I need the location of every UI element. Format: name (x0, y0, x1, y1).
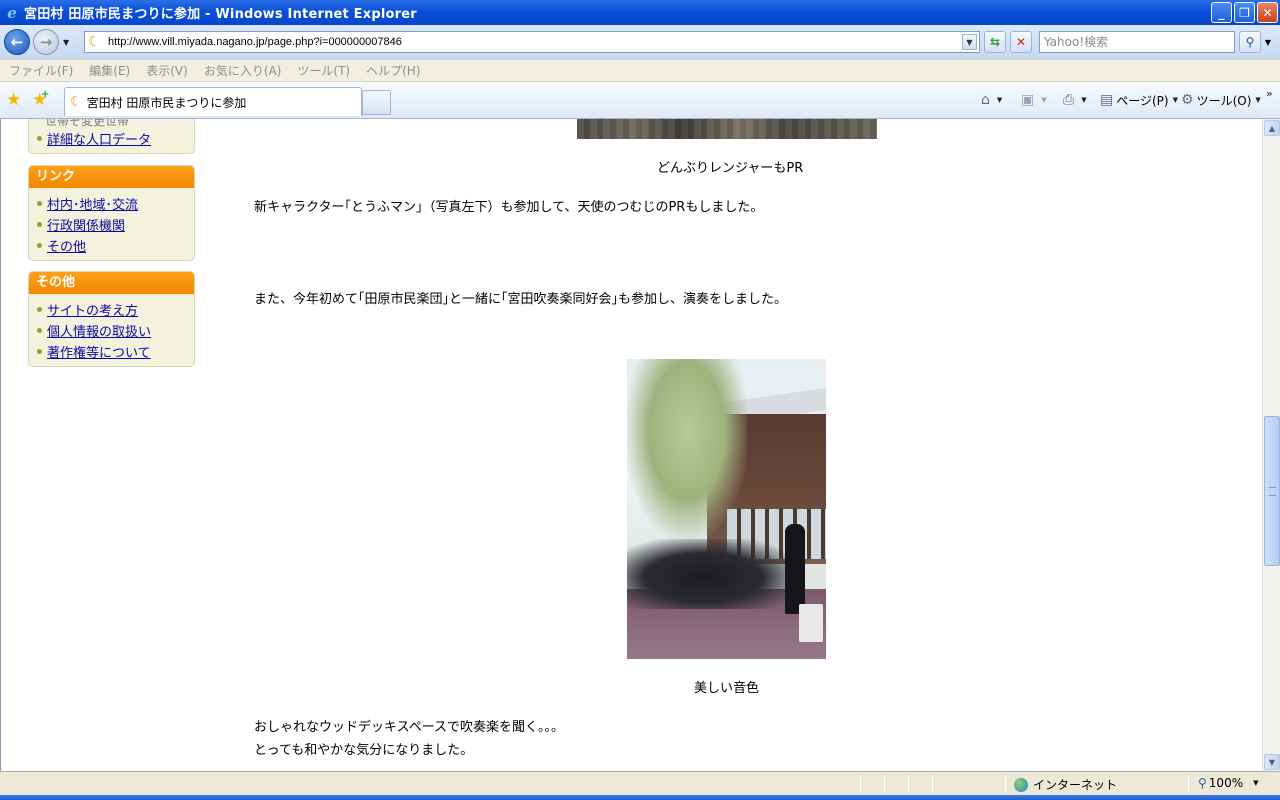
scroll-down-arrow-icon[interactable]: ▼ (1264, 754, 1280, 770)
security-zone: インターネット (1014, 776, 1117, 793)
tab-bar: ★ ★ + ☾ 宮田村 田原市民まつりに参加 ⌂ ▼ ▣ ▼ ⎙ ▼ ▤ ページ(P) ▼… (0, 82, 1280, 119)
search-options-dropdown-icon[interactable]: ▼ (1262, 31, 1274, 53)
sidebar-cut-text: 世帯そ変更世帯 (45, 119, 130, 128)
population-data-link[interactable]: 詳細な人口データ (47, 129, 151, 148)
url-text[interactable]: http://www.vill.miyada.nagano.jp/page.ph… (108, 36, 402, 48)
paragraph-band: また、今年初めて｢田原市民楽団｣と一緒に｢宮田吹奏楽同好会｣も参加し、演奏をしま… (254, 292, 788, 307)
sidebar-item-copyright[interactable]: 著作権等について (37, 342, 151, 361)
more-commands-chevron-icon[interactable]: » (1266, 87, 1273, 100)
window-title: 宮田村 田原市民まつりに参加 - Windows Internet Explor… (24, 7, 417, 22)
paragraph-feeling: とっても和やかな気分になりました。 (254, 743, 474, 758)
tab-active[interactable]: ☾ 宮田村 田原市民まつりに参加 (64, 87, 362, 116)
tab-favicon-icon: ☾ (70, 94, 83, 110)
minimize-button[interactable]: _ (1211, 2, 1232, 23)
site-favicon-icon: ☾ (88, 34, 101, 50)
band-performance-photo (627, 359, 826, 659)
bullet-icon (37, 243, 42, 248)
address-dropdown-icon[interactable]: ▼ (962, 34, 977, 50)
window-title-bar: e 宮田村 田原市民まつりに参加 - Windows Internet Expl… (0, 0, 1280, 25)
add-favorites-icon[interactable]: ★ + (32, 89, 49, 110)
forward-button[interactable]: → (33, 29, 59, 55)
zoom-control[interactable]: ⚲ 100% ▼ (1198, 776, 1259, 790)
home-button[interactable]: ⌂ ▼ (981, 90, 1002, 110)
history-dropdown-icon[interactable]: ▼ (63, 38, 69, 47)
globe-icon (1014, 777, 1028, 792)
bullet-icon (37, 201, 42, 206)
home-icon: ⌂ (981, 92, 990, 108)
sidebar-item-other-links[interactable]: その他 (37, 236, 86, 255)
sidebar-other-box: その他 サイトの考え方 個人情報の取扱い 著作権等について (28, 271, 195, 367)
search-input[interactable]: Yahoo!検索 (1039, 31, 1235, 53)
sidebar-item-village[interactable]: 村内･地域･交流 (37, 194, 138, 213)
zoom-dropdown-icon[interactable]: ▼ (1253, 779, 1258, 787)
photo-caption-sound: 美しい音色 (694, 681, 760, 696)
tools-menu-label: ツール(O) (1196, 93, 1252, 108)
back-button[interactable]: ← (4, 29, 30, 55)
sidebar-other-title: その他 (29, 272, 194, 294)
sidebar-links-title: リンク (29, 166, 194, 188)
sidebar-links-box: リンク 村内･地域･交流 行政関係機関 その他 (28, 165, 195, 261)
bullet-icon (37, 328, 42, 333)
rss-feed-icon: ▣ (1021, 92, 1035, 108)
scrollbar-thumb[interactable] (1264, 416, 1280, 566)
privacy-link[interactable]: 個人情報の取扱い (47, 321, 151, 340)
paragraph-character: 新キャラクター｢とうふマン｣（写真左下）も参加して、天使のつむじのPRもしました… (254, 200, 764, 215)
menu-view[interactable]: 表示(V) (146, 62, 188, 79)
bullet-icon (37, 136, 42, 141)
restore-button[interactable]: ❐ (1234, 2, 1255, 23)
photo-caption-ranger: どんぶりレンジャーもPR (657, 161, 804, 176)
bullet-icon (37, 222, 42, 227)
vertical-scrollbar[interactable]: ▲ ▼ (1262, 119, 1280, 771)
page-viewport: 世帯そ変更世帯 詳細な人口データ リンク 村内･地域･交流 行政関係機関 その他… (0, 119, 1262, 771)
page-menu-label: ページ(P) (1116, 93, 1169, 108)
page-icon: ▤ (1100, 92, 1114, 108)
window-controls: _ ❐ ✕ (1211, 2, 1278, 23)
close-button[interactable]: ✕ (1257, 2, 1278, 23)
gear-icon: ⚙ (1181, 92, 1194, 108)
address-toolbar: ← → ▼ ☾ http://www.vill.miyada.nagano.jp… (0, 25, 1280, 59)
refresh-button[interactable]: ⇆ (984, 31, 1006, 53)
printer-icon: ⎙ (1063, 92, 1075, 108)
other-links-link[interactable]: その他 (47, 236, 86, 255)
sidebar-item-population[interactable]: 詳細な人口データ (37, 129, 151, 148)
status-bar: インターネット ⚲ 100% ▼ (0, 771, 1280, 795)
stop-button[interactable]: ✕ (1010, 31, 1032, 53)
tab-label: 宮田村 田原市民まつりに参加 (86, 95, 247, 110)
favorites-star-icon[interactable]: ★ (6, 90, 21, 110)
taskbar-edge (0, 795, 1280, 800)
menu-file[interactable]: ファイル(F) (9, 62, 73, 79)
menu-help[interactable]: ヘルプ(H) (366, 62, 420, 79)
ranger-photo (577, 119, 877, 139)
scroll-up-arrow-icon[interactable]: ▲ (1264, 120, 1280, 136)
bullet-icon (37, 349, 42, 354)
tools-menu-button[interactable]: ⚙ ツール(O) ▼ (1181, 90, 1261, 110)
zoom-level: 100% (1208, 776, 1244, 790)
copyright-link[interactable]: 著作権等について (47, 342, 151, 361)
zoom-icon: ⚲ (1198, 776, 1207, 790)
menu-tools[interactable]: ツール(T) (297, 62, 350, 79)
sidebar-item-privacy[interactable]: 個人情報の取扱い (37, 321, 151, 340)
feeds-button[interactable]: ▣ ▼ (1021, 90, 1047, 110)
sidebar-item-site-policy[interactable]: サイトの考え方 (37, 300, 138, 319)
address-field[interactable]: ☾ http://www.vill.miyada.nagano.jp/page.… (84, 31, 980, 53)
print-button[interactable]: ⎙ ▼ (1063, 90, 1087, 110)
bullet-icon (37, 307, 42, 312)
menu-edit[interactable]: 編集(E) (89, 62, 130, 79)
site-policy-link[interactable]: サイトの考え方 (47, 300, 138, 319)
new-tab-button[interactable] (362, 90, 391, 115)
menu-favorites[interactable]: お気に入り(A) (204, 62, 282, 79)
paragraph-wood-deck: おしゃれなウッドデッキスペースで吹奏楽を聞く。。。 (254, 720, 565, 735)
sidebar-item-government[interactable]: 行政関係機関 (37, 215, 125, 234)
search-icon[interactable]: ⚲ (1239, 31, 1261, 53)
sidebar-population-box: 世帯そ変更世帯 詳細な人口データ (28, 119, 195, 154)
ie-logo-icon: e (7, 3, 17, 22)
zone-label: インターネット (1033, 778, 1118, 792)
page-menu-button[interactable]: ▤ ページ(P) ▼ (1100, 90, 1178, 110)
government-link[interactable]: 行政関係機関 (47, 215, 125, 234)
menu-bar: ファイル(F) 編集(E) 表示(V) お気に入り(A) ツール(T) ヘルプ(… (0, 59, 1280, 82)
village-exchange-link[interactable]: 村内･地域･交流 (47, 194, 138, 213)
